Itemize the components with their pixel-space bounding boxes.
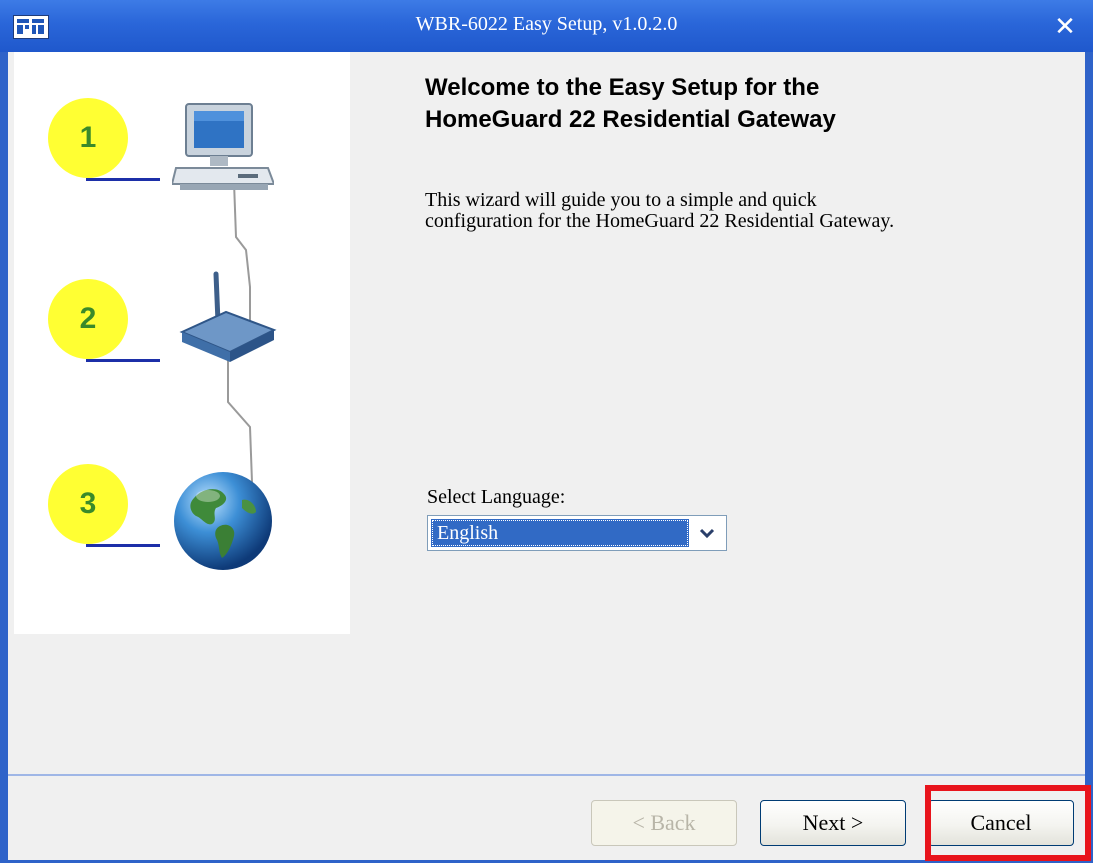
step-underline-2 bbox=[86, 359, 160, 362]
intro-text: This wizard will guide you to a simple a… bbox=[425, 189, 895, 232]
step-badge-3: 3 bbox=[48, 464, 128, 544]
next-button[interactable]: Next > bbox=[760, 800, 906, 846]
chevron-down-icon[interactable] bbox=[691, 519, 723, 547]
language-label: Select Language: bbox=[427, 486, 566, 508]
footer-divider bbox=[8, 774, 1085, 776]
close-icon[interactable]: ✕ bbox=[1051, 13, 1079, 41]
steps-illustration-panel: 1 2 3 bbox=[14, 52, 350, 634]
router-icon bbox=[179, 271, 277, 362]
globe-icon bbox=[174, 472, 272, 570]
window-title: WBR-6022 Easy Setup, v1.0.2.0 bbox=[415, 13, 678, 35]
language-select[interactable]: English bbox=[427, 515, 727, 551]
page-heading: Welcome to the Easy Setup for the HomeGu… bbox=[425, 74, 836, 133]
language-selected-value[interactable]: English bbox=[431, 519, 689, 547]
step-underline-1 bbox=[86, 178, 160, 181]
wizard-window: WBR-6022 Easy Setup, v1.0.2.0 ✕ 1 2 3 We… bbox=[0, 0, 1093, 863]
title-bar[interactable]: WBR-6022 Easy Setup, v1.0.2.0 ✕ bbox=[0, 0, 1093, 52]
step-badge-1: 1 bbox=[48, 98, 128, 178]
cancel-button[interactable]: Cancel bbox=[928, 800, 1074, 846]
back-button[interactable]: < Back bbox=[591, 800, 737, 846]
step-underline-3 bbox=[86, 544, 160, 547]
step-badge-2: 2 bbox=[48, 279, 128, 359]
computer-icon bbox=[172, 103, 274, 190]
